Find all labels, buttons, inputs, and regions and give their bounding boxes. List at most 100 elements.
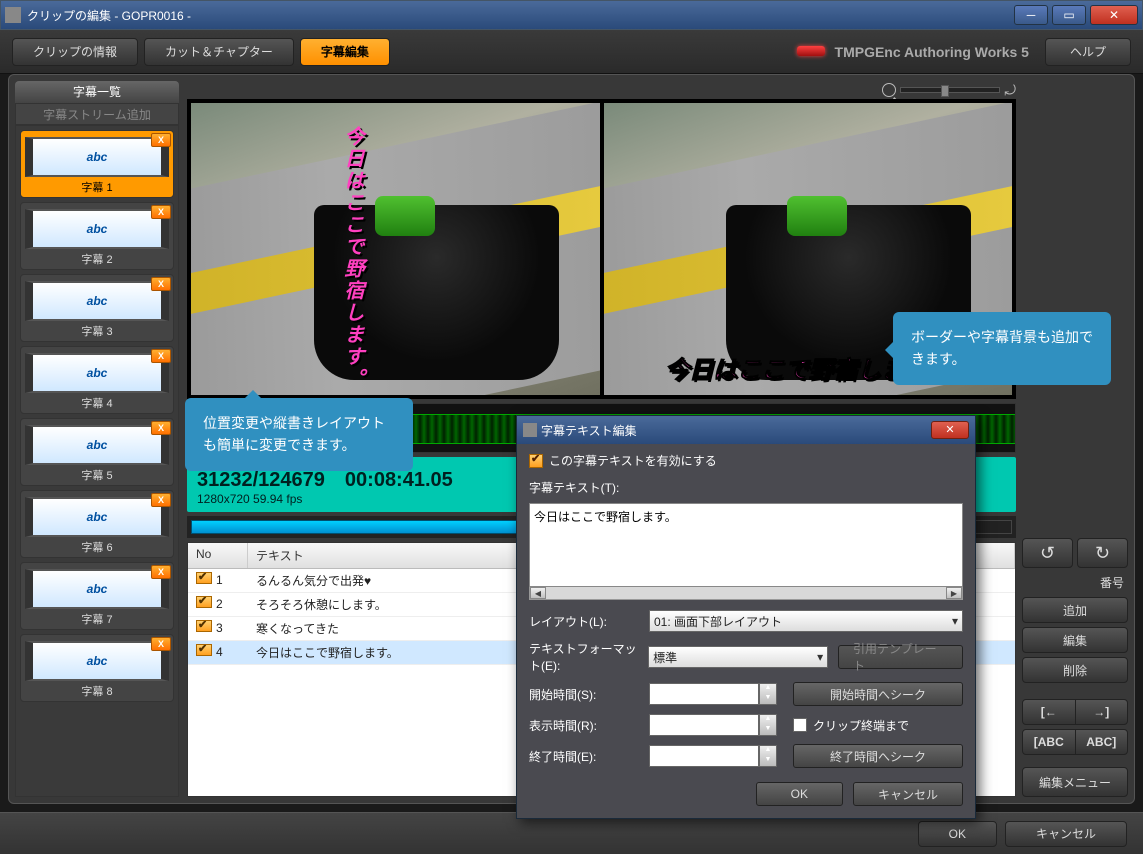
remove-stream-icon[interactable]: X <box>151 421 171 435</box>
row-no: 4 <box>216 645 223 659</box>
remove-stream-icon[interactable]: X <box>151 637 171 651</box>
until-end-checkbox[interactable] <box>793 718 807 732</box>
undo-button[interactable]: ↺ <box>1022 538 1073 568</box>
start-time-input[interactable]: 00:08:41.05 <box>649 683 759 705</box>
redo-button[interactable]: ↻ <box>1077 538 1128 568</box>
end-time-label: 終了時間(E): <box>529 748 649 765</box>
edit-menu-button[interactable]: 編集メニュー <box>1022 767 1128 797</box>
seek-start-button[interactable]: 開始時間へシーク <box>793 682 963 706</box>
add-subtitle-stream-button[interactable]: 字幕ストリーム追加 <box>15 103 179 125</box>
duration-label: 表示時間(R): <box>529 717 649 734</box>
scroll-right-icon[interactable]: ▶ <box>946 587 962 599</box>
enable-subtitle-checkbox-row[interactable]: この字幕テキストを有効にする <box>529 452 963 469</box>
abc-out-button[interactable]: ABC] <box>1076 729 1128 755</box>
list-col-no[interactable]: No <box>188 543 248 568</box>
duration-spinner[interactable]: ▲▼ <box>759 714 777 736</box>
subtitle-stream-item[interactable]: X abc 字幕 8 <box>20 634 174 702</box>
enable-subtitle-label: この字幕テキストを有効にする <box>549 452 717 469</box>
maximize-button[interactable]: ▭ <box>1052 5 1086 25</box>
stream-label: 字幕 6 <box>25 539 169 555</box>
row-checkbox[interactable] <box>196 596 212 608</box>
seek-end-button[interactable]: 終了時間へシーク <box>793 744 963 768</box>
subtitle-stream-item[interactable]: X abc 字幕 4 <box>20 346 174 414</box>
undo-redo: ↺ ↻ <box>1022 538 1128 568</box>
subtitle-stream-item[interactable]: X abc 字幕 6 <box>20 490 174 558</box>
zoom-reset-icon[interactable]: ⤾ <box>1004 82 1016 99</box>
stream-thumbnail: abc <box>25 569 169 609</box>
subtitle-stream-item[interactable]: X abc 字幕 5 <box>20 418 174 486</box>
tab-cut-chapter[interactable]: カット＆チャプター <box>144 38 294 66</box>
start-time-spinner[interactable]: ▲▼ <box>759 683 777 705</box>
subtitle-stream-item[interactable]: X abc 字幕 2 <box>20 202 174 270</box>
format-label: テキストフォーマット(E): <box>529 640 648 674</box>
right-panel: ↺ ↻ 番号 追加 編集 削除 [← →] [ABC ABC] 編集メニュー <box>1022 81 1128 797</box>
close-button[interactable]: ✕ <box>1090 5 1138 25</box>
callout-layout-tip: 位置変更や縦書きレイアウトも簡単に変更できます。 <box>185 398 413 471</box>
tab-subtitle-edit[interactable]: 字幕編集 <box>300 38 390 66</box>
end-time-input[interactable]: 00:08:46.06 <box>649 745 759 767</box>
stream-thumbnail: abc <box>25 353 169 393</box>
template-button[interactable]: 引用テンプレート <box>838 645 963 669</box>
remove-stream-icon[interactable]: X <box>151 205 171 219</box>
stream-thumbnail: abc <box>25 281 169 321</box>
enable-subtitle-checkbox[interactable] <box>529 454 543 468</box>
stream-label: 字幕 1 <box>25 179 169 195</box>
delete-subtitle-button[interactable]: 削除 <box>1022 657 1128 683</box>
zoom-knob[interactable] <box>941 85 949 97</box>
row-checkbox[interactable] <box>196 644 212 656</box>
help-button[interactable]: ヘルプ <box>1045 38 1131 66</box>
until-end-label: クリップ終端まで <box>813 717 909 734</box>
footer-ok-button[interactable]: OK <box>918 821 997 847</box>
scroll-left-icon[interactable]: ◀ <box>530 587 546 599</box>
dialog-close-button[interactable]: ✕ <box>931 421 969 439</box>
remove-stream-icon[interactable]: X <box>151 133 171 147</box>
end-time-spinner[interactable]: ▲▼ <box>759 745 777 767</box>
layout-label: レイアウト(L): <box>529 613 649 630</box>
next-subtitle-button[interactable]: →] <box>1076 699 1128 725</box>
main-toolbar: クリップの情報 カット＆チャプター 字幕編集 TMPGEnc Authoring… <box>0 30 1143 74</box>
prev-subtitle-button[interactable]: [← <box>1023 699 1076 725</box>
subtitle-stream-item[interactable]: X abc 字幕 7 <box>20 562 174 630</box>
stream-label: 字幕 5 <box>25 467 169 483</box>
row-no: 2 <box>216 597 223 611</box>
stream-thumbnail: abc <box>25 641 169 681</box>
abc-in-button[interactable]: [ABC <box>1023 729 1076 755</box>
stream-label: 字幕 3 <box>25 323 169 339</box>
footer-cancel-button[interactable]: キャンセル <box>1005 821 1127 847</box>
chapter-label: 番号 <box>1022 572 1128 593</box>
subtitle-sidebar: 字幕一覧 字幕ストリーム追加 X abc 字幕 1 X abc 字幕 2 X a… <box>15 81 179 797</box>
brand-label: TMPGEnc Authoring Works 5 <box>396 44 1029 60</box>
subtitle-text-label: 字幕テキスト(T): <box>529 481 619 495</box>
remove-stream-icon[interactable]: X <box>151 565 171 579</box>
textarea-scrollbar[interactable]: ◀ ▶ <box>529 586 963 600</box>
format-select[interactable]: 標準 <box>648 646 828 668</box>
prev-next-buttons: [← →] <box>1022 699 1128 725</box>
remove-stream-icon[interactable]: X <box>151 493 171 507</box>
row-checkbox[interactable] <box>196 572 212 584</box>
subtitle-stream-item[interactable]: X abc 字幕 1 <box>20 130 174 198</box>
dialog-ok-button[interactable]: OK <box>756 782 843 806</box>
duration-input[interactable]: 00:00:05.00 <box>649 714 759 736</box>
subtitle-text-edit-dialog: 字幕テキスト編集 ✕ この字幕テキストを有効にする 字幕テキスト(T): ◀ ▶… <box>516 415 976 819</box>
dialog-body: この字幕テキストを有効にする 字幕テキスト(T): ◀ ▶ レイアウト(L): … <box>517 444 975 818</box>
dialog-cancel-button[interactable]: キャンセル <box>853 782 963 806</box>
stream-label: 字幕 2 <box>25 251 169 267</box>
abc-buttons: [ABC ABC] <box>1022 729 1128 755</box>
preview-subtitle-vertical: 今日はここで野宿します。 <box>338 126 367 390</box>
remove-stream-icon[interactable]: X <box>151 349 171 363</box>
zoom-slider[interactable] <box>900 87 1000 93</box>
stream-label: 字幕 7 <box>25 611 169 627</box>
tab-clip-info[interactable]: クリップの情報 <box>12 38 138 66</box>
window-title: クリップの編集 - GOPR0016 - <box>27 7 1010 24</box>
dialog-titlebar[interactable]: 字幕テキスト編集 ✕ <box>517 416 975 444</box>
remove-stream-icon[interactable]: X <box>151 277 171 291</box>
minimize-button[interactable]: ─ <box>1014 5 1048 25</box>
subtitle-text-input[interactable] <box>529 503 963 587</box>
zoom-icon[interactable] <box>882 83 896 97</box>
app-icon <box>5 7 21 23</box>
subtitle-stream-item[interactable]: X abc 字幕 3 <box>20 274 174 342</box>
add-subtitle-button[interactable]: 追加 <box>1022 597 1128 623</box>
row-checkbox[interactable] <box>196 620 212 632</box>
edit-subtitle-button[interactable]: 編集 <box>1022 627 1128 653</box>
layout-select[interactable]: 01: 画面下部レイアウト <box>649 610 963 632</box>
